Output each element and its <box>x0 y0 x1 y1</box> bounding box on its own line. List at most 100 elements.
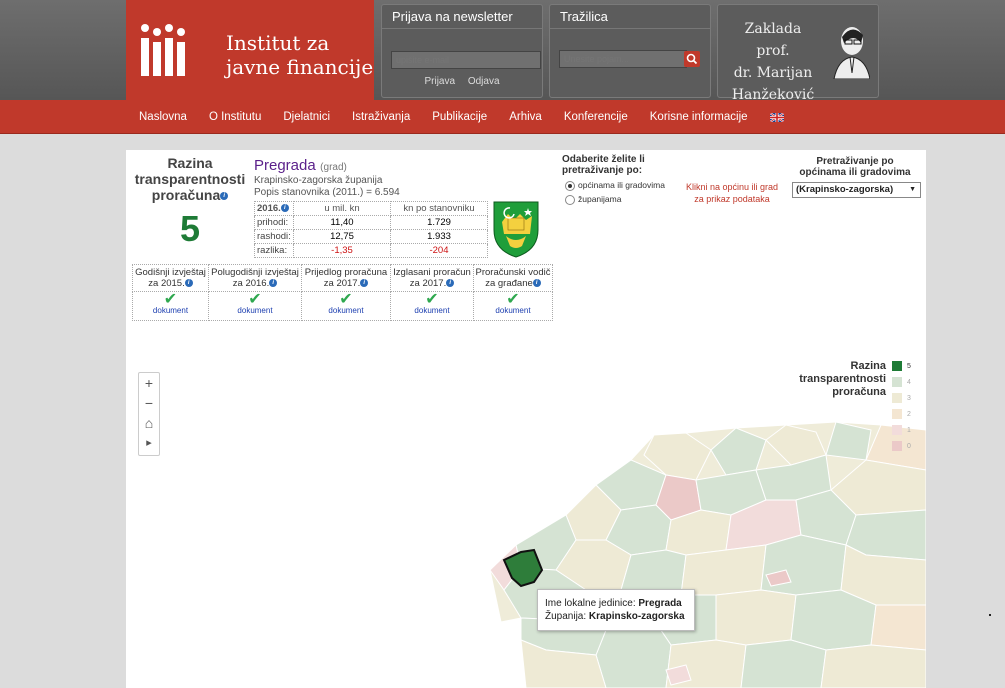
search-mode-title-line-2: pretraživanje po: <box>562 165 643 176</box>
nav-item-publications[interactable]: Publikacije <box>421 100 498 135</box>
nav-item-staff[interactable]: Djelatnici <box>272 100 341 135</box>
doc-title-line: za 2017. <box>409 278 447 289</box>
nav-item-about[interactable]: O Institutu <box>198 100 272 135</box>
radio-unchecked-icon <box>565 194 575 205</box>
info-icon[interactable]: i <box>269 279 278 288</box>
foundation-line-2: dr. Marijan <box>733 65 813 81</box>
document-link[interactable]: dokument <box>209 306 301 320</box>
logo-line-2: javne financije <box>226 55 374 79</box>
finance-table: 2016. i u mil. kn kn po stanovniku prihod… <box>254 201 488 258</box>
top-bar: Institut za javne financije Prijava na n… <box>0 0 1005 103</box>
doc-title-line: za građane <box>485 278 533 289</box>
stray-dot <box>989 614 991 616</box>
table-cell: 1.933 <box>390 229 488 244</box>
legend-swatch-1[interactable] <box>892 425 902 435</box>
search-icon <box>686 53 698 65</box>
legend-swatch-0[interactable] <box>892 441 902 451</box>
uk-flag-icon <box>769 112 785 123</box>
info-icon[interactable]: i <box>446 279 455 288</box>
info-icon[interactable]: i <box>532 279 541 288</box>
doc-title-line: za 2017. <box>323 278 361 289</box>
foundation-line-1: Zaklada prof. <box>744 21 802 59</box>
radio-label: županijama <box>578 194 622 204</box>
document-link[interactable]: dokument <box>133 306 208 320</box>
documents-header-row: Godišnji izvještaj za 2015. i Polugodišnji… <box>132 264 553 292</box>
legend-label-0: 0 <box>907 443 911 450</box>
checkmark-icon: ✔ <box>506 291 520 308</box>
document-link[interactable]: dokument <box>302 306 390 320</box>
documents-table: Godišnji izvještaj za 2015. i Polugodišnji… <box>132 264 553 321</box>
radio-counties[interactable]: županijama <box>565 194 621 205</box>
legend-label-5: 5 <box>907 363 911 370</box>
doc-cell: ✔ dokument <box>301 291 391 321</box>
nav-item-research[interactable]: Istraživanja <box>341 100 421 135</box>
score-title-line-1: Razina <box>167 155 213 171</box>
score-value: 5 <box>179 208 201 249</box>
column-header: kn po stanovniku <box>390 201 488 216</box>
doc-title-line: Godišnji izvještaj <box>135 267 206 278</box>
info-icon[interactable]: i <box>360 279 369 288</box>
tooltip-label: Ime lokalne jedinice: <box>545 598 636 609</box>
map-zoom-controls: + − ⌂ ▸ <box>138 372 160 456</box>
table-row: prihodi: 11,40 1.729 <box>254 215 488 230</box>
tooltip-line-2: Županija: Krapinsko-zagorska <box>545 611 685 622</box>
zoom-in-button[interactable]: + <box>139 373 159 393</box>
score-title-text-3: proračuna <box>151 187 221 203</box>
row-label: rashodi: <box>254 229 294 244</box>
doc-title-semiannual: Polugodišnji izvještaj za 2016. i <box>208 264 302 292</box>
column-header: u mil. kn <box>293 201 391 216</box>
institute-logo[interactable]: Institut za javne financije <box>126 0 374 100</box>
document-link[interactable]: dokument <box>474 306 552 320</box>
search-input[interactable] <box>559 50 687 68</box>
legend-swatch-5[interactable] <box>892 361 902 371</box>
county-select-value: (Krapinsko-zagorska) <box>796 184 894 195</box>
county-select[interactable]: (Krapinsko-zagorska) ▼ <box>792 182 921 198</box>
foundation-name: Zaklada prof. dr. Marijan Hanžeković <box>728 18 818 106</box>
legend-swatch-3[interactable] <box>892 393 902 403</box>
info-icon[interactable]: i <box>220 192 229 201</box>
table-cell: -204 <box>390 243 488 258</box>
nav-item-archive[interactable]: Arhiva <box>498 100 553 135</box>
municipality-population: Popis stanovnika (2011.) = 6.594 <box>254 187 400 198</box>
subscribe-link[interactable]: Prijava <box>424 76 455 87</box>
checkmark-icon: ✔ <box>425 291 439 308</box>
doc-title-proposal: Prijedlog proračuna za 2017. i <box>301 264 391 292</box>
info-icon[interactable]: i <box>184 279 193 288</box>
tooltip-label: Županija: <box>545 611 587 622</box>
language-switch[interactable] <box>759 100 795 135</box>
document-link[interactable]: dokument <box>391 306 473 320</box>
nav-item-info[interactable]: Korisne informacije <box>639 100 759 135</box>
year-cell: 2016. i <box>254 201 294 216</box>
nav-item-home[interactable]: Naslovna <box>128 100 198 135</box>
search-button[interactable] <box>684 51 700 67</box>
legend-label-1: 1 <box>907 427 911 434</box>
foundation-panel[interactable]: Zaklada prof. dr. Marijan Hanžeković <box>717 4 879 103</box>
zoom-out-button[interactable]: − <box>139 393 159 413</box>
municipality-county: Krapinsko-zagorska županija <box>254 175 383 186</box>
doc-title-line: Izglasani proračun <box>393 267 471 278</box>
radio-municipalities[interactable]: općinama ili gradovima <box>565 180 665 191</box>
score-title-line-2: transparentnosti <box>134 171 246 187</box>
municipality-info: Pregrada (grad) Krapinsko-zagorska župan… <box>254 157 554 199</box>
table-header-row: 2016. i u mil. kn kn po stanovniku <box>254 201 488 216</box>
doc-title-line: Prijedlog proračuna <box>304 267 388 278</box>
doc-cell: ✔ dokument <box>208 291 302 321</box>
pan-button[interactable]: ▸ <box>139 433 159 453</box>
score-title: Razina transparentnosti proračuna i <box>126 155 254 203</box>
map-hint-line-2: za prikaz podataka <box>694 194 770 204</box>
unsubscribe-link[interactable]: Odjava <box>468 76 500 87</box>
legend-swatch-2[interactable] <box>892 409 902 419</box>
doc-cell: ✔ dokument <box>132 291 209 321</box>
tooltip-value: Pregrada <box>638 598 682 609</box>
legend-title-line-3: proračuna <box>832 386 886 398</box>
home-button[interactable]: ⌂ <box>139 413 159 433</box>
search-title: Tražilica <box>550 5 710 29</box>
info-icon[interactable]: i <box>280 204 289 213</box>
map-hint: Klikni na općinu ili grad za prikaz poda… <box>678 181 786 205</box>
table-cell: 11,40 <box>293 215 391 230</box>
legend-swatch-4[interactable] <box>892 377 902 387</box>
nav-item-conferences[interactable]: Konferencije <box>553 100 639 135</box>
newsletter-title: Prijava na newsletter <box>382 5 542 29</box>
logo-bars-icon <box>141 24 185 76</box>
email-field[interactable] <box>391 51 541 69</box>
